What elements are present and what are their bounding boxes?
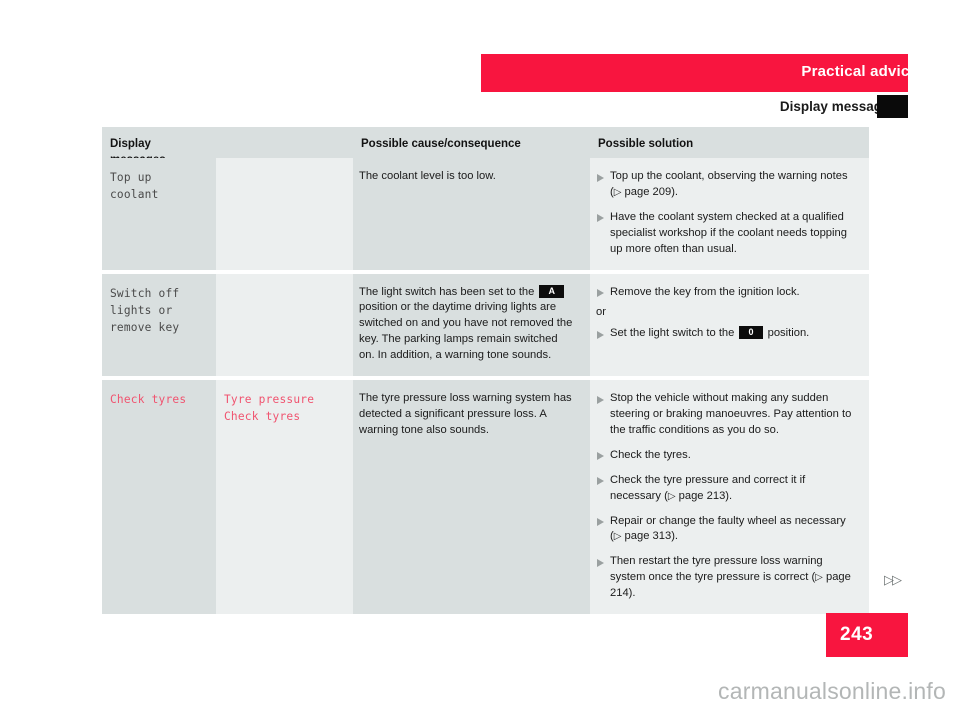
light-switch-badge: A [539, 284, 564, 298]
cell-possible-solution: Stop the vehicle without making any sudd… [590, 380, 869, 615]
solution-list-item: Stop the vehicle without making any sudd… [596, 391, 859, 439]
display-messages-table: Display messages Possible cause/conseque… [102, 127, 869, 615]
cell-display-message-alt [216, 273, 353, 377]
solution-list: Top up the coolant, observing the warnin… [596, 169, 859, 258]
page-reference-arrow-icon: ▷ [667, 490, 676, 502]
solution-list-item: Check the tyre pressure and correct it i… [596, 473, 859, 505]
page-reference-arrow-icon: ▷ [613, 186, 622, 198]
chapter-title: Practical advice [801, 63, 918, 80]
light-switch-badge: 0 [739, 326, 763, 340]
display-message-text: Switch off lights or remove key [110, 286, 180, 335]
possible-cause-text: The light switch has been set to the A p… [359, 284, 573, 362]
solution-list-item: Check the tyres. [596, 448, 859, 464]
cell-display-message: Top up coolant [102, 158, 216, 270]
solution-list-item: Then restart the tyre pressure loss warn… [596, 554, 859, 602]
solution-list-item: Have the coolant system checked at a qua… [596, 210, 859, 258]
column-header-spacer [216, 127, 353, 158]
page-reference-arrow-icon: ▷ [613, 531, 622, 543]
cell-possible-solution: Top up the coolant, observing the warnin… [590, 158, 869, 270]
cell-possible-solution: Remove the key from the ignition lock. or… [590, 273, 869, 377]
display-message-text: Check tyres [110, 393, 187, 407]
section-marker-block [877, 95, 908, 118]
column-header-possible-solution: Possible solution [590, 127, 869, 158]
cell-possible-cause: The tyre pressure loss warning system ha… [353, 380, 590, 615]
watermark: carmanualsonline.info [718, 678, 946, 704]
page-reference-arrow-icon: ▷ [815, 572, 823, 584]
possible-cause-text: The coolant level is too low. [359, 170, 496, 182]
column-header-display-messages: Display messages [102, 127, 216, 166]
cell-possible-cause: The light switch has been set to the A p… [353, 273, 590, 377]
solution-list-item: Remove the key from the ignition lock. [596, 285, 859, 301]
display-message-text: Top up coolant [110, 171, 159, 202]
cell-display-message-alt: Tyre pressure Check tyres [216, 380, 353, 615]
table-row: Top up coolant The coolant level is too l… [102, 158, 869, 270]
page-number: 243 [840, 624, 874, 645]
solution-connector-text: or [596, 306, 606, 319]
solution-list: Remove the key from the ignition lock. or… [596, 285, 859, 343]
column-header-possible-cause: Possible cause/consequence [353, 127, 590, 158]
cell-display-message-alt [216, 158, 353, 270]
possible-cause-text: The tyre pressure loss warning system ha… [359, 392, 572, 436]
continuation-arrow-icon: ▷▷ [884, 572, 902, 587]
solution-list-item: Set the light switch to the 0 position. [596, 326, 859, 342]
solution-list-item: Repair or change the faulty wheel as nec… [596, 514, 859, 546]
table-header-row: Display messages Possible cause/conseque… [102, 127, 869, 166]
table-body: Top up coolant The coolant level is too l… [102, 158, 869, 615]
solution-list: Stop the vehicle without making any sudd… [596, 391, 859, 602]
display-message-alt-text: Tyre pressure Check tyres [224, 393, 315, 424]
cell-display-message: Switch off lights or remove key [102, 273, 216, 377]
table-row: Check tyres Tyre pressure Check tyres The … [102, 380, 869, 615]
table-row: Switch off lights or remove key The light… [102, 273, 869, 377]
manual-page: Practical advice Display messages Displa… [0, 0, 960, 708]
cell-display-message: Check tyres [102, 380, 216, 615]
cell-possible-cause: The coolant level is too low. [353, 158, 590, 270]
solution-list-item: Top up the coolant, observing the warnin… [596, 169, 859, 201]
